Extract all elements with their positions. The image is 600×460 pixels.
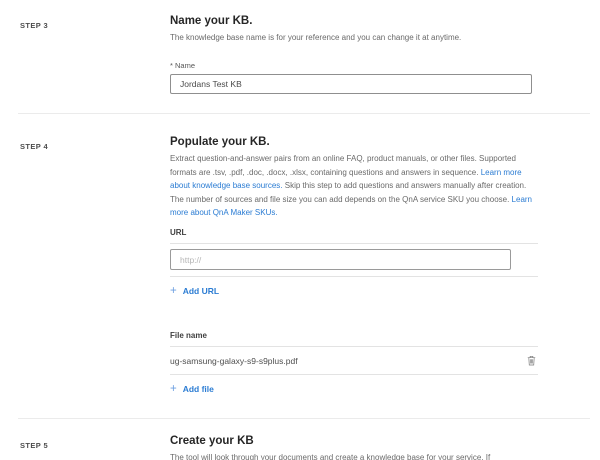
step3-section: STEP 3 Name your KB. The knowledge base … (0, 0, 600, 94)
step4-heading: Populate your KB. (170, 136, 538, 148)
kb-name-label: * Name (170, 61, 538, 70)
url-header-divider (170, 243, 538, 244)
step5-label: STEP 5 (20, 439, 48, 450)
url-label: URL (170, 228, 538, 237)
step3-heading: Name your KB. (170, 15, 538, 27)
step5-section: STEP 5 Create your KB The tool will look… (0, 419, 600, 460)
add-url-button[interactable]: + Add URL (170, 286, 219, 296)
step3-description: The knowledge base name is for your refe… (170, 31, 538, 44)
add-file-label: Add file (183, 384, 214, 394)
url-footer-divider (170, 276, 538, 277)
file-group: File name ug-samsung-galaxy-s9-s9plus.pd… (170, 331, 538, 397)
plus-icon: + (170, 287, 177, 295)
file-name-value: ug-samsung-galaxy-s9-s9plus.pdf (170, 356, 298, 366)
url-group: URL + Add URL (170, 228, 538, 299)
trash-icon (527, 355, 536, 366)
add-url-label: Add URL (183, 286, 219, 296)
file-name-label: File name (170, 331, 538, 340)
url-input[interactable] (170, 249, 511, 270)
step4-description: Extract question-and-answer pairs from a… (170, 152, 538, 219)
add-file-button[interactable]: + Add file (170, 384, 214, 394)
delete-file-button[interactable] (525, 353, 538, 368)
step4-section: STEP 4 Populate your KB. Extract questio… (0, 114, 600, 397)
file-footer-divider (170, 374, 538, 375)
step4-label: STEP 4 (20, 140, 48, 151)
kb-name-input[interactable] (170, 74, 532, 94)
step5-description: The tool will look through your document… (170, 451, 504, 460)
plus-icon: + (170, 385, 177, 393)
step5-heading: Create your KB (170, 435, 538, 447)
file-row: ug-samsung-galaxy-s9-s9plus.pdf (170, 347, 538, 374)
qna-create-kb-page: STEP 3 Name your KB. The knowledge base … (0, 0, 600, 460)
step4-description-part1: Extract question-and-answer pairs from a… (170, 154, 516, 176)
step3-label: STEP 3 (20, 19, 48, 30)
